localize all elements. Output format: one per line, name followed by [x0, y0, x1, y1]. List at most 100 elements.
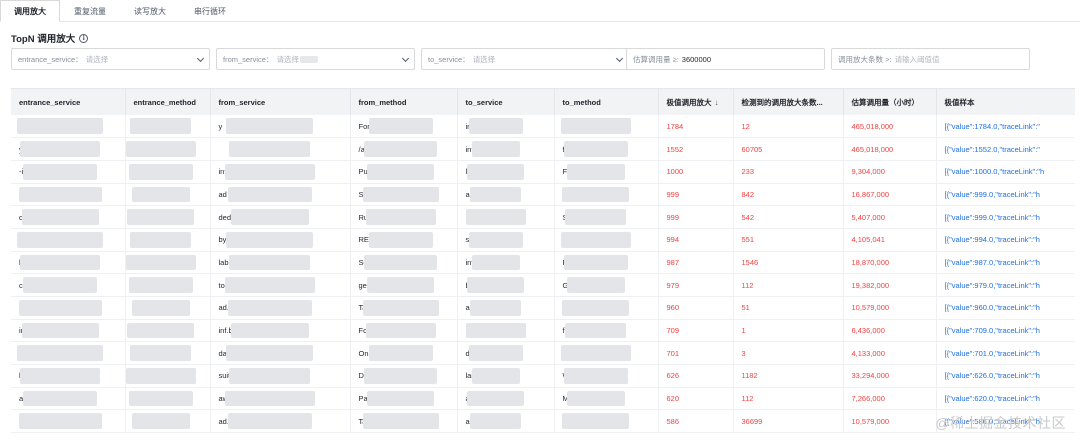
table-cell[interactable]: [{"value":709.0,"traceLink":"h [936, 319, 1075, 343]
redacted-text [17, 345, 103, 362]
column-header[interactable]: entrance_method [125, 89, 211, 115]
watermark-text: @稀土掘金技术社区 [935, 415, 1066, 431]
table-cell[interactable]: [{"value":979.0,"traceLink":"h [936, 273, 1075, 297]
redacted-text [563, 368, 628, 384]
tab-serial-loop[interactable]: 串行循环 [180, 0, 240, 21]
table-row[interactable]: lab lab.vSeainfRea 987 1546 18,870,000 [{"val… [11, 251, 1075, 275]
cell-text: ad [218, 189, 227, 199]
table-row[interactable]: y_proxy/apiinffice 1552 60705 465,018,000 [{… [11, 137, 1075, 161]
redacted-text [125, 368, 196, 384]
table-cell[interactable]: [{"value":999.0,"traceLink":"h [936, 205, 1075, 229]
table-cell: Rea [554, 251, 659, 275]
table-cell: lab [11, 251, 126, 275]
redacted-text [566, 163, 625, 180]
table-cell: REC/_l... [350, 228, 458, 252]
table-row[interactable]: ry_proxy y ForkQ-iqinffrce 1784 12 465,018,00… [11, 115, 1075, 139]
table-cell: inf [457, 251, 555, 275]
tab-read-write-amplification[interactable]: 读写放大 [120, 0, 180, 21]
table-row[interactable]: coent_... toutdit_nearlinegetbyGet 979 112 1… [11, 273, 1075, 297]
table-row[interactable]: byCLI...byteREC/_l...su...lsL 994 551 4,105… [11, 228, 1075, 252]
table-cell[interactable]: [{"value":960.0,"traceLink":"h [936, 296, 1075, 320]
redacted-text [130, 118, 191, 135]
cell-text: 542 [741, 212, 755, 222]
table-row[interactable]: inf.binf.bFor1-iqinfforttrace70916,436,0… [11, 319, 1075, 343]
redacted-text [367, 277, 434, 293]
redacted-text [563, 141, 628, 157]
to-service-select[interactable]: to_service： 请选择 [421, 48, 629, 70]
table-row[interactable]: ad.aTaskad.nashTagadmatford... 960 51 10,57… [11, 296, 1075, 320]
redacted-text [230, 322, 309, 339]
entrance-service-select[interactable]: entrance_service： 请选择 [11, 48, 210, 70]
table-cell[interactable]: [{"value":994.0,"traceLink":"h [936, 228, 1075, 252]
table-cell: 987 [658, 251, 734, 275]
table-cell[interactable]: [{"value":987.0,"traceLink":"h [936, 251, 1075, 275]
table-cell: 701 [658, 341, 734, 366]
redacted-text [471, 368, 520, 384]
cell-text: 1546 [741, 257, 759, 267]
table-cell: by [11, 228, 126, 252]
column-header[interactable]: to_method [554, 89, 659, 115]
redacted-text [224, 163, 315, 180]
table-cell: 1784 [658, 115, 734, 139]
table-cell[interactable]: [{"value":999.0,"traceLink":"h [936, 183, 1075, 207]
tab-call-amplification[interactable]: 调用放大 [0, 0, 60, 22]
table-row[interactable]: ad.aEskad.rashTagad.amathPkg5863669910,5… [11, 409, 1075, 434]
from-service-select[interactable]: from_service： 请选择 [216, 48, 415, 70]
redacted-text [226, 231, 313, 248]
column-header[interactable]: 极值样本 [936, 89, 1075, 115]
table-cell: y [210, 115, 351, 139]
results-table: entrance_service entrance_method from_se… [11, 88, 1075, 445]
sort-down-icon[interactable]: ↓ [715, 98, 719, 107]
cell-text: 465,018,000 [851, 144, 894, 154]
table-cell[interactable]: [{"value":620.0,"traceLink":"h [936, 387, 1075, 411]
table-cell [125, 205, 211, 229]
table-cell [125, 251, 211, 275]
column-header-sortable[interactable]: 极值调用放大 ↓ [658, 89, 734, 115]
table-cell[interactable]: [{"value":626.0,"traceLink":"h [936, 364, 1075, 388]
column-header[interactable]: from_method [350, 89, 458, 115]
table-row[interactable]: deroxy dedhubRuninf_...Se 999 542 5,407,000 [… [11, 205, 1075, 229]
cell-text: [{"value":999.0,"traceLink":"h [944, 212, 1040, 222]
table-cell: Gerod... [554, 341, 659, 366]
table-row[interactable]: -inde...llerinfo_writerPutlarlF 1000 233 9,… [11, 160, 1075, 184]
cell-text: 4,105,041 [851, 235, 885, 245]
amplification-count-input[interactable]: 调用放大条数 >: 请输入阈值值 [831, 48, 1030, 70]
cell-text: 6,436,000 [851, 326, 885, 336]
cell-text: 60705 [741, 144, 763, 154]
table-cell: lsL [554, 228, 659, 252]
tab-duplicate-traffic[interactable]: 重复流量 [60, 0, 120, 21]
cell-text: [{"value":709.0,"traceLink":"h [944, 326, 1040, 336]
table-row[interactable]: lark.fsuiteDoclarkWo 626 1182 33,294,000 [{"… [11, 364, 1075, 388]
estimated-calls-input[interactable]: 估算调用量 ≥: 3600000 [626, 48, 825, 70]
table-row[interactable]: awerMmawercePadaweMu 620 112 7,266,000 [{"va… [11, 387, 1075, 411]
table-cell: deroxy [11, 205, 126, 229]
table-cell: frce [554, 115, 659, 139]
watermark: @稀土掘金技术社区 [935, 413, 1066, 433]
table-cell: Pad [350, 387, 458, 411]
table-cell: Run [350, 205, 458, 229]
redacted-text [18, 300, 102, 316]
table-cell: 1182 [733, 364, 844, 388]
info-icon[interactable]: i [79, 33, 89, 43]
table-cell: 6,436,000 [843, 319, 937, 343]
redacted-text [562, 413, 629, 430]
column-header[interactable]: 检测到的调用放大条数... [733, 89, 844, 115]
table-cell: 33,294,000 [843, 364, 937, 388]
column-header[interactable]: from_service [210, 89, 351, 115]
table-row[interactable]: aCas...adSupDocadS99984216,867,000[{"val… [11, 183, 1075, 207]
table-row[interactable]: data.pric...Cdata_price_cmp_...OnFdatuGe… [11, 341, 1075, 366]
column-header[interactable]: to_service [457, 89, 555, 115]
table-cell[interactable]: [{"value":1552.0,"traceLink":" [936, 137, 1075, 161]
cell-text: 3 [741, 348, 746, 358]
column-header[interactable]: 估算调用量（小时） [843, 89, 937, 115]
table-cell: data_price_cmp_... [210, 341, 351, 366]
table-cell[interactable]: [{"value":1000.0,"traceLink":"h [936, 160, 1075, 184]
column-header[interactable]: entrance_service [11, 89, 126, 115]
table-cell: Wo [554, 364, 659, 388]
table-cell: Task [125, 296, 211, 320]
table-cell: 112 [733, 387, 844, 411]
table-cell[interactable]: [{"value":1784.0,"traceLink":" [936, 115, 1075, 139]
table-cell[interactable]: [{"value":701.0,"traceLink":"h [936, 341, 1075, 366]
cell-text: 112 [741, 394, 754, 404]
table-cell: 1552 [658, 137, 734, 161]
